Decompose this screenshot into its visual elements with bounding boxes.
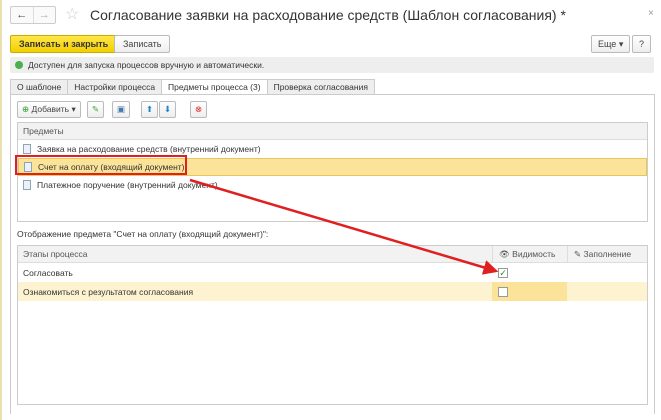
annotation-arrow	[189, 178, 499, 275]
